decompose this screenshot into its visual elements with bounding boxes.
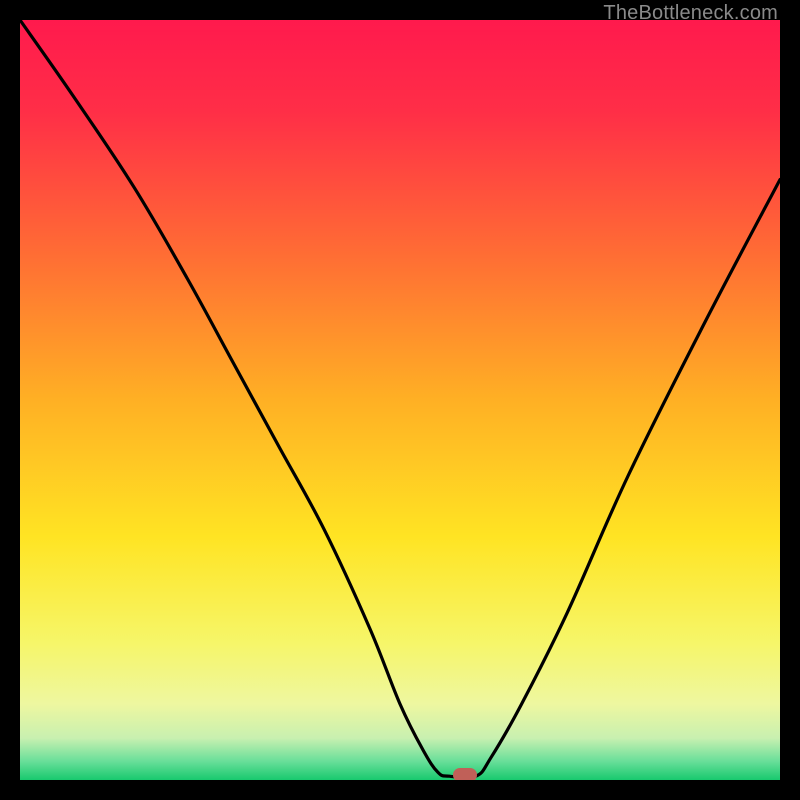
optimal-marker — [453, 768, 477, 780]
plot-area — [20, 20, 780, 780]
chart-frame: TheBottleneck.com — [0, 0, 800, 800]
curve-layer — [20, 20, 780, 780]
bottleneck-curve — [20, 20, 780, 778]
